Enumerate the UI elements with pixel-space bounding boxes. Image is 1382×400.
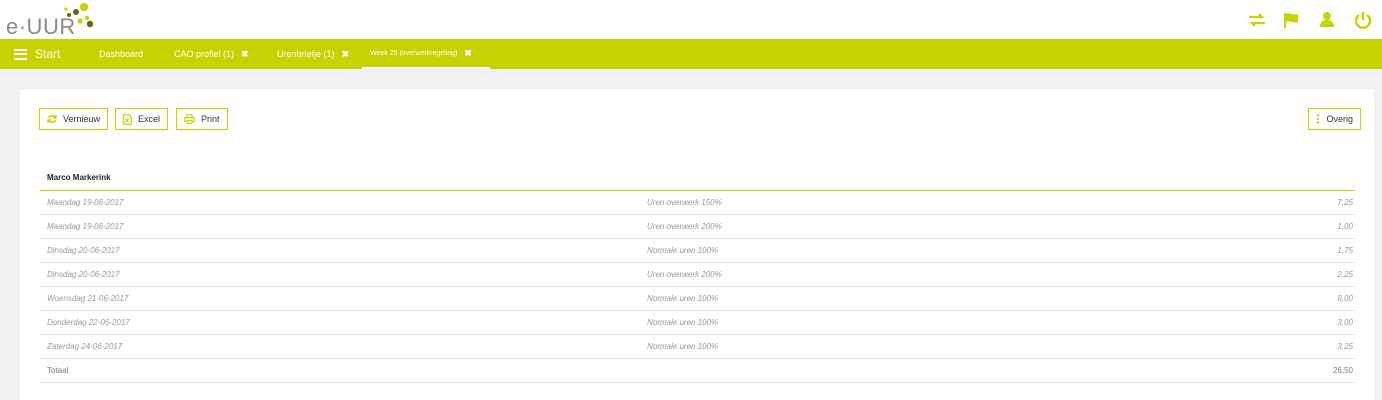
start-menu-button[interactable]: Start	[14, 39, 60, 69]
table-row: Woensdag 21-06-2017 Normale uren 100% 8,…	[40, 287, 1355, 311]
logo-text: e·UUR	[6, 14, 76, 39]
top-header: e·UUR	[0, 0, 1382, 39]
close-icon[interactable]: ✖	[241, 49, 249, 60]
row-value: 8,00	[1337, 294, 1353, 303]
row-type: Normale uren 100%	[647, 294, 719, 303]
print-label: Print	[201, 114, 220, 124]
switch-icon[interactable]	[1246, 9, 1268, 31]
close-icon[interactable]: ✖	[464, 48, 472, 59]
print-icon	[184, 114, 195, 124]
other-label: Overig	[1326, 114, 1353, 124]
refresh-button[interactable]: Vernieuw	[39, 108, 109, 130]
row-value: 1,75	[1337, 246, 1353, 255]
row-date: Donderdag 22-06-2017	[47, 318, 130, 327]
row-value: 7,25	[1337, 198, 1353, 207]
total-row: Totaal 26,50	[40, 359, 1355, 383]
more-vertical-icon	[1316, 114, 1320, 124]
start-label: Start	[35, 47, 61, 61]
print-button[interactable]: Print	[176, 108, 228, 130]
row-type: Uren overwerk 200%	[647, 222, 722, 231]
tab-urenbriefje[interactable]: Urenbriefje (1) ✖	[277, 39, 349, 69]
excel-label: Excel	[138, 114, 161, 124]
table-row: Maandag 19-06-2017 Uren overwerk 150% 7,…	[40, 191, 1355, 215]
row-date: Dinsdag 20-06-2017	[47, 246, 120, 255]
tab-bar: Start Dashboard CAO profiel (1) ✖ Urenbr…	[0, 39, 1382, 69]
flag-icon[interactable]	[1281, 9, 1303, 31]
table-row: Donderdag 22-06-2017 Normale uren 100% 3…	[40, 311, 1355, 335]
row-type: Normale uren 100%	[647, 342, 719, 351]
row-date: Dinsdag 20-06-2017	[47, 270, 120, 279]
row-date: Maandag 19-06-2017	[47, 222, 124, 231]
row-date: Zaterdag 24-06-2017	[47, 342, 123, 351]
row-type: Normale uren 100%	[647, 246, 719, 255]
row-type: Uren overwerk 150%	[647, 198, 722, 207]
close-icon[interactable]: ✖	[342, 49, 350, 60]
excel-file-icon	[123, 113, 132, 125]
tab-week-25[interactable]: Week 25 (overwerkregeling) ✖	[362, 39, 490, 69]
user-icon[interactable]	[1316, 9, 1338, 31]
tab-label: Urenbriefje (1)	[277, 49, 335, 59]
other-button[interactable]: Overig	[1308, 108, 1361, 130]
total-value: 26,50	[1332, 366, 1353, 375]
total-label: Totaal	[47, 366, 69, 375]
tab-cao-profiel[interactable]: CAO profiel (1) ✖	[174, 39, 249, 69]
tab-label: Dashboard	[99, 49, 144, 59]
row-date: Maandag 19-06-2017	[47, 198, 124, 207]
tab-label: Week 25 (overwerkregeling)	[370, 49, 458, 57]
table-row: Maandag 19-06-2017 Uren overwerk 200% 1,…	[40, 215, 1355, 239]
row-value: 3,00	[1337, 318, 1353, 327]
tab-dashboard[interactable]: Dashboard	[99, 39, 143, 69]
report-card: Vernieuw Excel Print Overig Marco Marker…	[20, 89, 1374, 400]
row-value: 3,25	[1337, 342, 1353, 351]
refresh-label: Vernieuw	[63, 114, 101, 124]
excel-button[interactable]: Excel	[115, 108, 169, 130]
table-row: Zaterdag 24-06-2017 Normale uren 100% 3,…	[40, 335, 1355, 359]
table-row: Dinsdag 20-06-2017 Uren overwerk 200% 2,…	[40, 263, 1355, 287]
refresh-icon	[47, 114, 57, 124]
row-type: Uren overwerk 200%	[647, 270, 722, 279]
power-icon[interactable]	[1352, 9, 1374, 31]
row-date: Woensdag 21-06-2017	[47, 294, 129, 303]
row-type: Normale uren 100%	[647, 318, 719, 327]
employee-name: Marco Markerink	[47, 173, 111, 182]
hours-table: Maandag 19-06-2017 Uren overwerk 150% 7,…	[40, 191, 1355, 383]
app-logo[interactable]: e·UUR	[6, 3, 106, 39]
table-row: Dinsdag 20-06-2017 Normale uren 100% 1,7…	[40, 239, 1355, 263]
row-value: 1,00	[1337, 222, 1353, 231]
row-value: 2,25	[1337, 270, 1353, 279]
tab-label: CAO profiel (1)	[174, 49, 235, 59]
hamburger-icon	[14, 48, 27, 60]
